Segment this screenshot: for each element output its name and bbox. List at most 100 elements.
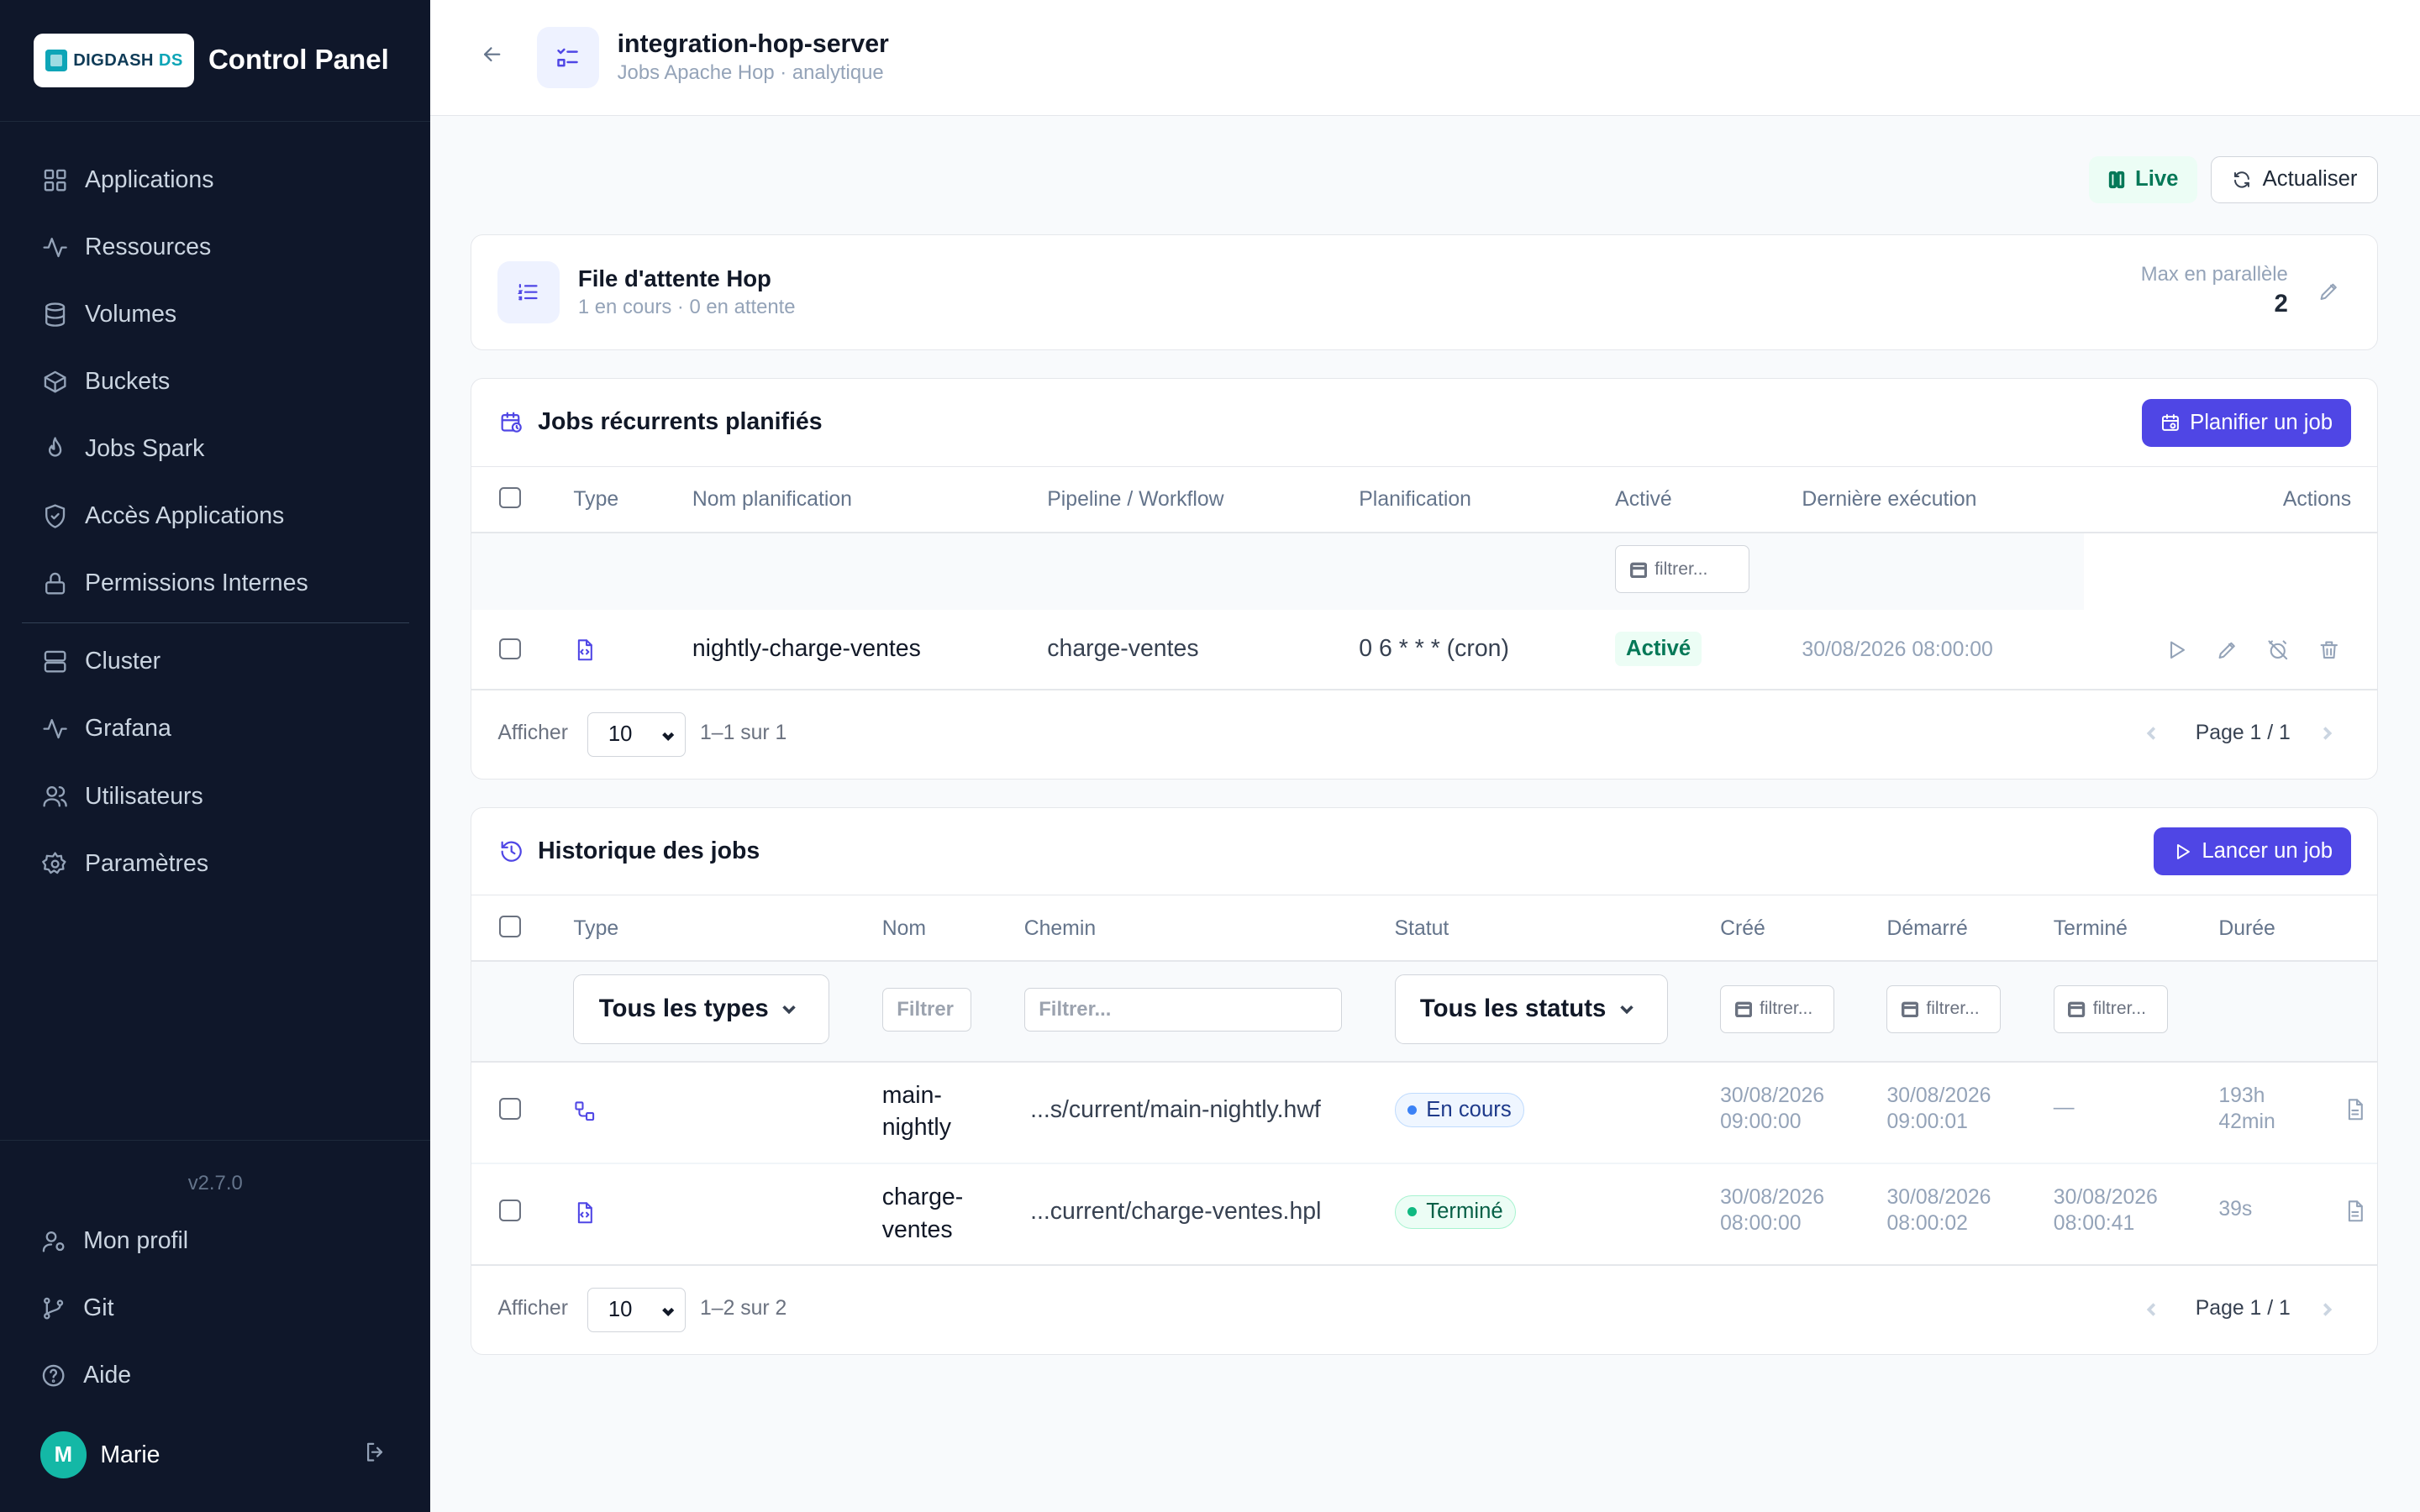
prev-page-button[interactable]: [2143, 1300, 2161, 1325]
sidebar-item-permissions-internes[interactable]: Permissions Internes: [0, 550, 430, 617]
calendar-clock-icon: [501, 412, 523, 433]
started-date-filter[interactable]: filtrer...: [1886, 984, 2002, 1033]
sidebar-item-buckets[interactable]: Buckets: [0, 349, 430, 416]
play-icon: [2177, 843, 2191, 859]
jobs-history-card: Historique des jobs Lancer un job Type N…: [471, 806, 2379, 1355]
sidebar-item-mon-profil[interactable]: Mon profil: [0, 1208, 430, 1275]
schedule-cron: 0 6 * * * (cron): [1359, 634, 1509, 662]
column-header-duration[interactable]: Durée: [2218, 917, 2275, 941]
hop-queue-card: File d'attente Hop 1 en cours · 0 en att…: [471, 234, 2379, 350]
logo-accent: DS: [158, 50, 183, 70]
refresh-icon: [2233, 171, 2249, 188]
avatar[interactable]: M: [39, 1431, 87, 1478]
disable-schedule-button[interactable]: [2266, 638, 2290, 668]
created-date-filter[interactable]: filtrer...: [1720, 984, 1834, 1033]
refresh-label: Actualiser: [2262, 167, 2358, 192]
type-filter-select[interactable]: Tous les types: [573, 974, 830, 1044]
sidebar-item-ressources[interactable]: Ressources: [0, 214, 430, 281]
sidebar-item-volumes[interactable]: Volumes: [0, 281, 430, 349]
column-header-type[interactable]: Type: [573, 488, 618, 512]
page-size-select[interactable]: 10: [587, 711, 687, 757]
next-page-button[interactable]: [2317, 724, 2336, 748]
column-header-ended[interactable]: Terminé: [2054, 917, 2128, 941]
schedule-job-label: Planifier un job: [2190, 410, 2333, 434]
path-filter-input[interactable]: Filtrer...: [1023, 988, 1343, 1032]
delete-schedule-button[interactable]: [2317, 638, 2341, 668]
duration-minutes: 42min: [2218, 1110, 2275, 1133]
created-date: 30/08/2026: [1720, 1084, 1825, 1107]
sidebar-item-parametres[interactable]: Paramètres: [0, 830, 430, 897]
view-logs-button[interactable]: [2344, 1098, 2367, 1127]
job-name-line-2: nightly: [881, 1114, 951, 1142]
queue-subtitle: 1 en cours · 0 en attente: [577, 295, 796, 318]
nav-divider: [21, 622, 409, 624]
chevron-down-icon: [662, 1308, 675, 1317]
sidebar-item-grafana[interactable]: Grafana: [0, 696, 430, 763]
ended-date-filter[interactable]: filtrer...: [2053, 984, 2168, 1033]
type-filter-value: Tous les types: [598, 995, 769, 1023]
column-header-last-run[interactable]: Dernière exécution: [1802, 488, 1976, 512]
sidebar-item-git[interactable]: Git: [0, 1275, 430, 1342]
arrow-left-icon: [484, 47, 501, 62]
shield-icon: [45, 504, 65, 529]
job-path: ...current/charge-ventes.hpl: [1030, 1198, 1322, 1226]
enabled-filter[interactable]: filtrer...: [1615, 545, 1749, 594]
select-all-checkbox[interactable]: [499, 486, 521, 509]
column-header-path[interactable]: Chemin: [1024, 917, 1096, 941]
scheduled-jobs-card: Jobs récurrents planifiés Planifier un j…: [471, 377, 2379, 780]
duration-hours: 193h: [2218, 1084, 2265, 1107]
logo-text: DIGDASH: [73, 50, 154, 70]
column-header-schedule[interactable]: Planification: [1359, 488, 1471, 512]
column-header-enabled[interactable]: Activé: [1615, 488, 1671, 512]
prev-page-button[interactable]: [2143, 724, 2161, 748]
filter-placeholder: filtrer...: [1926, 999, 1980, 1019]
status-filter-select[interactable]: Tous les statuts: [1394, 974, 1668, 1044]
column-header-name[interactable]: Nom: [882, 917, 926, 941]
row-checkbox[interactable]: [499, 638, 521, 660]
status-label: Terminé: [1426, 1200, 1503, 1224]
view-logs-button[interactable]: [2344, 1200, 2367, 1229]
history-icon: [501, 841, 523, 862]
live-toggle-button[interactable]: Live: [2088, 155, 2197, 204]
lock-icon: [45, 573, 65, 595]
select-all-checkbox[interactable]: [499, 916, 521, 937]
sidebar-item-label: Mon profil: [83, 1227, 189, 1255]
back-button[interactable]: [480, 42, 504, 72]
sidebar-item-utilisateurs[interactable]: Utilisateurs: [0, 763, 430, 830]
digdash-logo[interactable]: DIGDASH DS: [34, 33, 195, 88]
file-text-icon: [2348, 1099, 2363, 1121]
column-header-created[interactable]: Créé: [1720, 917, 1765, 941]
pipeline-name: charge-ventes: [1047, 634, 1199, 662]
column-header-started[interactable]: Démarré: [1886, 917, 1967, 941]
edit-max-parallel-button[interactable]: [2317, 280, 2341, 309]
sidebar-item-jobs-spark[interactable]: Jobs Spark: [0, 416, 430, 483]
sidebar-item-acces-applications[interactable]: Accès Applications: [0, 483, 430, 550]
column-header-status[interactable]: Statut: [1395, 917, 1449, 941]
logout-button[interactable]: [363, 1440, 387, 1470]
sidebar-item-cluster[interactable]: Cluster: [0, 628, 430, 696]
launch-job-button[interactable]: Lancer un job: [2154, 827, 2352, 876]
sidebar-item-aide[interactable]: Aide: [0, 1342, 430, 1410]
chevron-down-icon: [781, 1005, 796, 1015]
sidebar-item-label: Jobs Spark: [85, 435, 205, 463]
row-checkbox[interactable]: [499, 1200, 521, 1221]
refresh-button[interactable]: Actualiser: [2211, 155, 2379, 204]
status-badge: En cours: [1394, 1093, 1525, 1127]
column-header-pipeline[interactable]: Pipeline / Workflow: [1047, 488, 1223, 512]
status-dot: [1407, 1207, 1418, 1217]
column-header-name[interactable]: Nom planification: [692, 488, 852, 512]
run-now-button[interactable]: [2165, 638, 2188, 668]
page-size-select[interactable]: 10: [587, 1287, 687, 1333]
queue-list-icon: [497, 261, 560, 323]
edit-schedule-button[interactable]: [2216, 638, 2239, 668]
schedule-job-button[interactable]: Planifier un job: [2142, 398, 2352, 447]
sidebar-item-applications[interactable]: Applications: [0, 146, 430, 213]
jobs-history-header: Historique des jobs Lancer un job: [471, 808, 2378, 896]
name-filter-input[interactable]: Filtrer: [881, 988, 972, 1032]
status-dot: [1407, 1105, 1418, 1116]
next-page-button[interactable]: [2317, 1300, 2336, 1325]
row-checkbox[interactable]: [499, 1097, 521, 1120]
launch-job-label: Lancer un job: [2202, 839, 2333, 864]
sidebar-item-label: Cluster: [85, 648, 161, 675]
column-header-type[interactable]: Type: [573, 917, 618, 941]
